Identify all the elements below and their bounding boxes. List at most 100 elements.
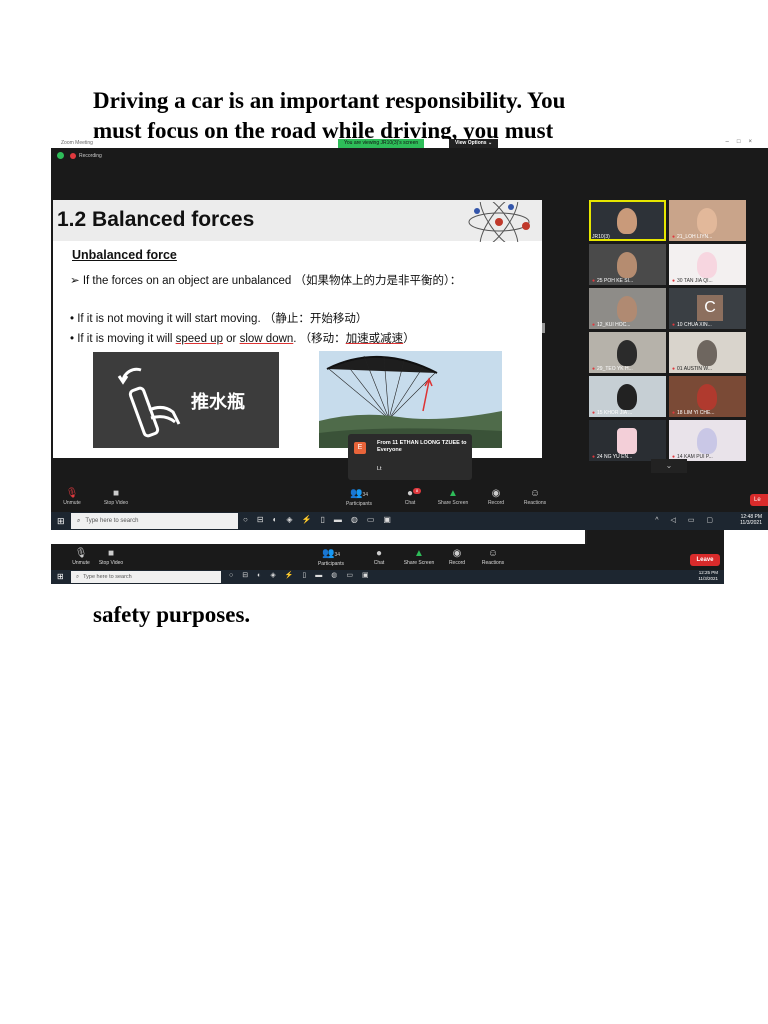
- speed-up-text: speed up: [175, 333, 223, 345]
- slide-title: 1.2 Balanced forces: [57, 208, 255, 231]
- participants-label: Participants: [345, 501, 373, 507]
- participants-icon: 👥34: [349, 488, 368, 499]
- mic-muted-icon: ●: [672, 278, 676, 284]
- mic-muted-icon: ●: [672, 366, 676, 372]
- gallery-tile[interactable]: ● 15 KHOR JIA ...: [589, 376, 666, 417]
- view-options-label: View Options: [455, 140, 487, 146]
- gallery-tile[interactable]: JR10(3): [589, 200, 666, 241]
- bullet-3-text-a: • If it is moving it will: [70, 333, 176, 345]
- participant-name: ● 29_TEO YK H...: [592, 366, 633, 372]
- taskbar-search-placeholder: Type here to search: [83, 574, 132, 580]
- mic-muted-icon: ●: [592, 278, 596, 284]
- system-tray-icons[interactable]: ^ ◁ ▭ ▢: [655, 516, 718, 524]
- stop-video-label: Stop Video: [103, 500, 129, 506]
- participant-name: ● 10 CHUA XIN...: [672, 322, 712, 328]
- taskbar-search-box[interactable]: ⌕ Type here to search: [71, 513, 238, 529]
- leave-button[interactable]: Leave: [690, 554, 720, 566]
- shared-slide: 1.2 Balanced forces Unbalanced force ➢ I…: [53, 200, 542, 458]
- taskbar-search-placeholder: Type here to search: [85, 518, 139, 524]
- gallery-next-page-button[interactable]: ⌄: [651, 459, 687, 473]
- bookshelf-background: [697, 384, 717, 410]
- zoom-title-bar: Zoom Meeting You are viewing JR10(3)'s s…: [51, 139, 768, 148]
- accel-decel-text: 加速或减速: [345, 333, 404, 345]
- reactions-label: Reactions: [481, 560, 505, 566]
- video-gallery: JR10(3) ● 21_LOH LIYN... ● 25 POH KE SI...…: [589, 200, 749, 461]
- participant-name: ● 25 POH KE SI...: [592, 278, 633, 284]
- search-icon: ⌕: [76, 574, 80, 580]
- stop-video-button[interactable]: ■ Stop Video: [91, 488, 141, 506]
- windows-start-icon[interactable]: ⊞: [57, 572, 64, 581]
- gallery-tile[interactable]: ● 25 POH KE SI...: [589, 244, 666, 285]
- participant-name: ● 18 LIM YI CHE...: [672, 410, 714, 416]
- gallery-tile[interactable]: ● 29_TEO YK H...: [589, 332, 666, 373]
- slow-down-text: slow down: [239, 333, 294, 345]
- mic-muted-icon: ●: [672, 234, 676, 240]
- atom-icon: [468, 202, 530, 242]
- paragraph-end: safety purposes.: [93, 602, 251, 627]
- viewing-banner: You are viewing JR10(3)'s screen: [338, 139, 425, 148]
- participant-name: ● 01 AUSTIN W...: [672, 366, 712, 372]
- participant-name-text: 01 AUSTIN W...: [677, 366, 713, 372]
- reactions-icon: ☺: [529, 488, 541, 499]
- window-controls[interactable]: –□×: [726, 139, 760, 145]
- reactions-label: Reactions: [523, 500, 547, 506]
- gallery-tile[interactable]: ● 12_KUI HOC...: [589, 288, 666, 329]
- taskbar-clock: 12:25 PM 11/3/2021: [698, 570, 718, 582]
- participant-name-text: 15 KHOR JIA ...: [597, 410, 633, 416]
- paragraph-line-2: must focus on the road while driving, yo…: [93, 118, 554, 140]
- clock-date: 11/3/2021: [698, 576, 718, 581]
- taskbar-search-box[interactable]: ⌕ Type here to search: [71, 571, 221, 583]
- participant-avatar-image: [697, 428, 717, 454]
- windows-start-icon[interactable]: ⊞: [57, 516, 67, 526]
- slide-header: 1.2 Balanced forces: [53, 200, 542, 242]
- unmute-label: Unmute: [63, 500, 81, 506]
- recording-label: Recording: [79, 152, 102, 159]
- mic-muted-icon: ●: [592, 366, 596, 372]
- panel-resize-handle[interactable]: [542, 323, 545, 333]
- mic-muted-icon: ●: [592, 454, 596, 460]
- participant-name-text: 29_TEO YK H...: [597, 366, 633, 372]
- bullet-3-text-c: . （移动：: [293, 333, 346, 345]
- participants-button[interactable]: 👥34 Participants: [334, 488, 384, 507]
- chat-message: Lt: [377, 466, 382, 472]
- leave-button[interactable]: Le: [750, 494, 768, 506]
- shared-screen-area: [51, 528, 587, 544]
- participant-name-text: 24 NG YU EN...: [597, 454, 633, 460]
- chat-notification[interactable]: E From 11 ETHAN LOONG TZUEE to Everyone …: [348, 434, 472, 480]
- taskbar-app-icons[interactable]: ○⊟◐◈⚡▯▬◍▭▣: [229, 571, 378, 579]
- gallery-tile[interactable]: ● 30 TAN JIA QI...: [669, 244, 746, 285]
- participants-count: 34: [334, 552, 340, 558]
- view-options-button[interactable]: View Options ⌄: [449, 139, 499, 148]
- gallery-tile[interactable]: ● 14 KAM PUI P...: [669, 420, 746, 461]
- window-title: Zoom Meeting: [61, 140, 93, 146]
- mic-muted-icon: ●: [672, 410, 676, 416]
- zoom-screenshot-main: Zoom Meeting You are viewing JR10(3)'s s…: [51, 139, 768, 530]
- slide-bullet-2: • If it is not moving it will start movi…: [70, 313, 368, 325]
- reactions-button[interactable]: ☺ Reactions: [510, 488, 560, 506]
- participant-name: ● 21_LOH LIYN...: [672, 234, 712, 240]
- chat-unread-badge: 8: [413, 488, 421, 494]
- zoom-screenshot-secondary: 🎙 Unmute ■ Stop Video 👥34 Participants ● Cha…: [51, 528, 724, 584]
- stop-video-button[interactable]: ■ Stop Video: [81, 548, 141, 570]
- chat-label: Chat: [404, 500, 416, 506]
- reactions-button[interactable]: ☺ Reactions: [463, 548, 523, 570]
- participant-avatar-image: [697, 252, 717, 278]
- gallery-tile[interactable]: ● 18 LIM YI CHE...: [669, 376, 746, 417]
- meeting-toolbar: 🎙 Unmute ■ Stop Video 👥34 Participants ● 8 Ch…: [51, 484, 768, 512]
- chevron-down-icon: ⌄: [665, 461, 673, 470]
- record-label: Record: [487, 500, 505, 506]
- participant-name-text: 10 CHUA XIN...: [677, 322, 712, 328]
- bullet-3-text-d: ）: [403, 333, 415, 345]
- participant-face: [617, 384, 637, 410]
- participant-name-text: 18 LIM YI CHE...: [677, 410, 715, 416]
- bottle-hand-icon: [117, 367, 181, 438]
- taskbar-clock: 12:48 PM 11/3/2021: [740, 514, 762, 526]
- gallery-tile[interactable]: C ● 10 CHUA XIN...: [669, 288, 746, 329]
- chat-sender: From 11 ETHAN LOONG TZUEE to Everyone: [377, 440, 467, 453]
- video-camera-icon: ■: [107, 548, 115, 559]
- gallery-tile[interactable]: ● 24 NG YU EN...: [589, 420, 666, 461]
- taskbar-app-icons[interactable]: ○⊟◐◈⚡▯▬◍▭▣: [243, 515, 400, 524]
- gallery-tile[interactable]: ● 21_LOH LIYN...: [669, 200, 746, 241]
- gallery-tile[interactable]: ● 01 AUSTIN W...: [669, 332, 746, 373]
- participants-count: 34: [362, 492, 368, 498]
